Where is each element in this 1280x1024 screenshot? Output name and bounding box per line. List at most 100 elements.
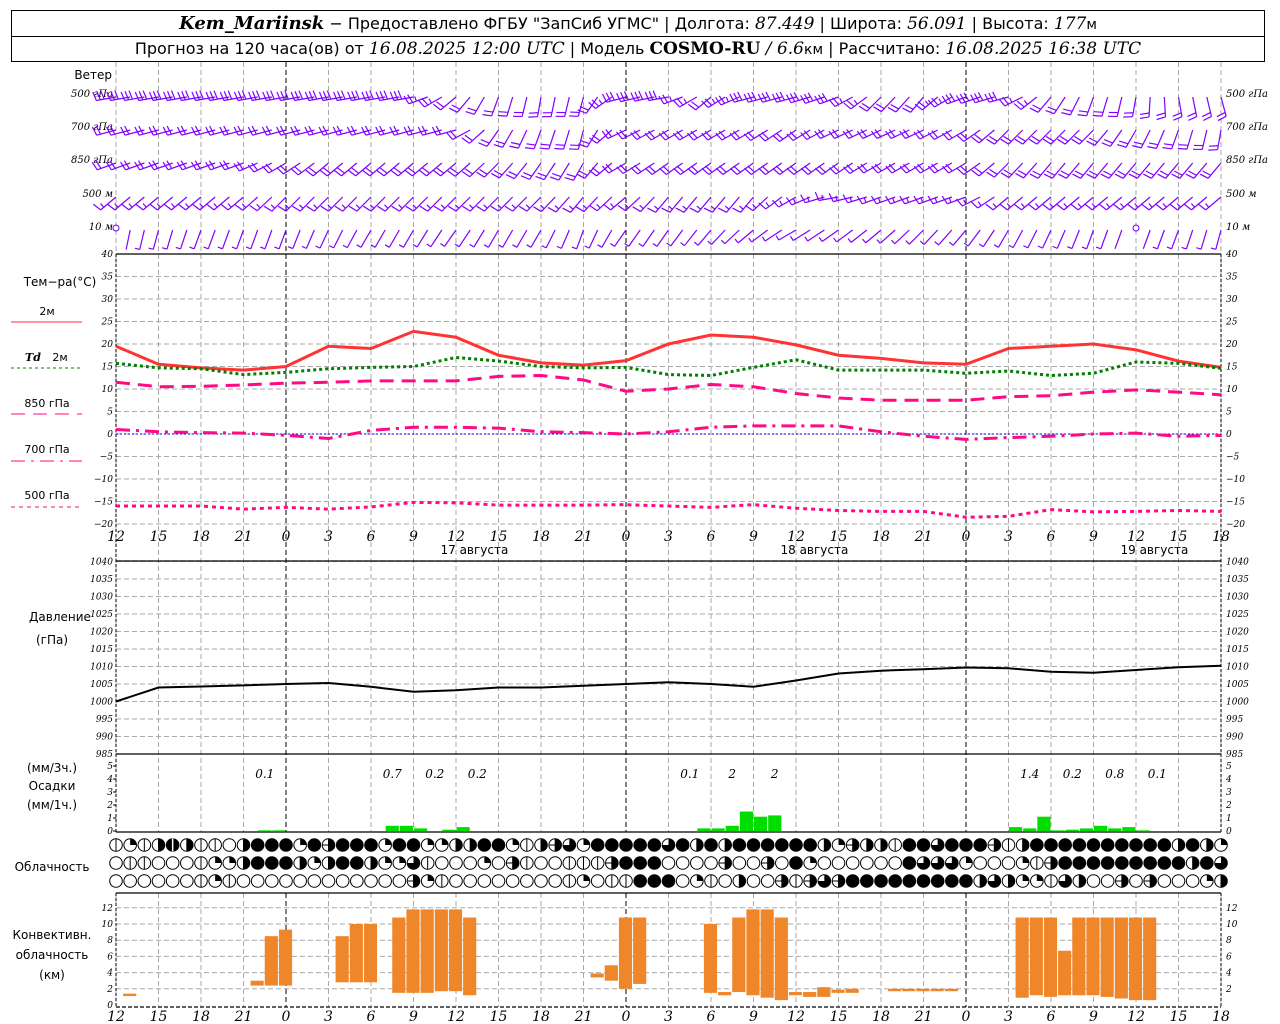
cloud-circle [775,838,789,852]
cloud-circle [1072,856,1087,870]
wind-barb-staff [1186,129,1194,150]
wind-barb-feather [758,167,766,175]
wind-barb-feather [1072,173,1081,179]
wind-barb-feather [647,207,656,213]
cloud-cover-symbol [916,874,931,888]
wind-barb-staff [614,229,627,247]
cloud-fill [810,856,817,863]
wind-barb-half-feather [1023,100,1028,105]
wind-barb-staff [1056,229,1066,249]
wind-barb-half-feather [469,204,474,209]
wind-barb-half-feather [610,243,615,247]
cloud-cover-symbol [605,856,619,870]
cloud-fill [1221,874,1228,888]
wind-barb-staff [1004,96,1023,107]
cloud-circle [1171,856,1186,870]
cloud-cover-symbol [307,856,322,870]
wind-barb-feather [793,92,800,101]
cloud-cover-symbol [321,838,336,852]
wind-barb-feather [1173,116,1183,121]
cloud-fill [158,838,165,852]
cloud-cover-symbol [803,874,817,888]
wind-barb-feather [1139,116,1150,120]
wind-barb-half-feather [924,100,929,106]
wind-barb-feather [1140,112,1150,116]
cloud-cover-symbol [1115,856,1129,870]
wind-barb-staff [440,162,457,177]
wind-barb-half-feather [610,203,615,208]
wind-barb [732,196,754,213]
wind-barb-half-feather [213,203,218,208]
cloud-cover-symbol [987,838,1002,852]
cloud-circle [265,838,279,852]
wind-barb-half-feather [905,240,910,245]
wind-barb-feather [284,90,289,100]
cloud-circle [1129,856,1143,870]
wind-barb-staff [125,229,131,250]
cloud-cover-symbol [1100,838,1115,852]
wind-barb-feather [308,91,314,101]
wind-barb-feather [227,90,233,100]
pressure-tick-label: 1020 [90,628,113,638]
wind-barb-feather [984,93,990,103]
marks: 1212151518182121003366991212151518182121… [11,89,1268,1024]
cloud-circle [335,838,350,852]
wind-barb [512,96,528,118]
cloud-cover-symbol [817,838,832,852]
wind-barb-feather [1013,103,1022,110]
wind-barb [1166,229,1180,250]
cloud-cover-symbol [1200,856,1214,870]
cloud-cover-symbol [1001,856,1016,870]
wind-barb-half-feather [1009,97,1013,103]
cloud-fill [300,856,307,870]
convective-tick-label: 6 [1226,952,1232,962]
wind-barb-staff [342,196,358,212]
cloud-circle [477,838,492,852]
cloud-circle [647,874,662,888]
wind-barb-feather [974,134,983,141]
wind-barb-staff [297,162,315,176]
wind-barb [913,162,938,174]
wind-barb-feather [163,91,168,101]
convective-cloud-bar [1072,917,1086,996]
cloud-cover-symbol [888,838,902,852]
wind-barb [356,229,372,248]
wind-barb-feather [461,171,471,178]
cloud-cover-symbol [279,856,293,870]
cloud-fill [441,838,449,845]
wind-barb-staff [834,96,853,108]
wind-barb-feather [1045,109,1055,115]
wind-barb-staff [679,96,698,108]
wind-barb [1208,129,1222,151]
wind-barb-staff [545,229,556,249]
wind-barb-staff [548,129,556,150]
wind-barb-staff [1200,229,1208,250]
wind-barb [971,162,995,177]
time-tick-label: 21 [574,1009,593,1024]
wind-barb-half-feather [1081,246,1087,250]
cloud-cover-symbol [576,838,591,852]
wind-barb-feather [1042,203,1051,211]
wind-barb [539,129,556,150]
wind-barb-feather [945,130,953,139]
wind-barb-staff [179,229,188,250]
wind-barb-staff [278,229,287,249]
wind-barb-half-feather [596,203,601,209]
wind-barb-feather [407,167,416,174]
cloud-cover-symbol [477,838,492,852]
wind-barb [828,129,853,139]
wind-barb-feather [504,205,514,212]
temperature-tick-label: −10 [94,475,113,485]
wind-barb-feather [564,176,574,181]
cloud-cover-symbol [675,874,690,888]
cloud-fill [229,856,236,863]
wind-barb-feather [348,205,358,212]
wind-barb-feather [715,97,722,106]
wind-barb [125,229,131,250]
wind-barb-half-feather [818,237,823,242]
wind-barb-half-feather [835,195,838,201]
wind-barb-staff [978,162,995,177]
cloud-fill [456,838,463,852]
wind-barb-half-feather [765,202,770,207]
wind-barb-half-feather [175,246,181,250]
